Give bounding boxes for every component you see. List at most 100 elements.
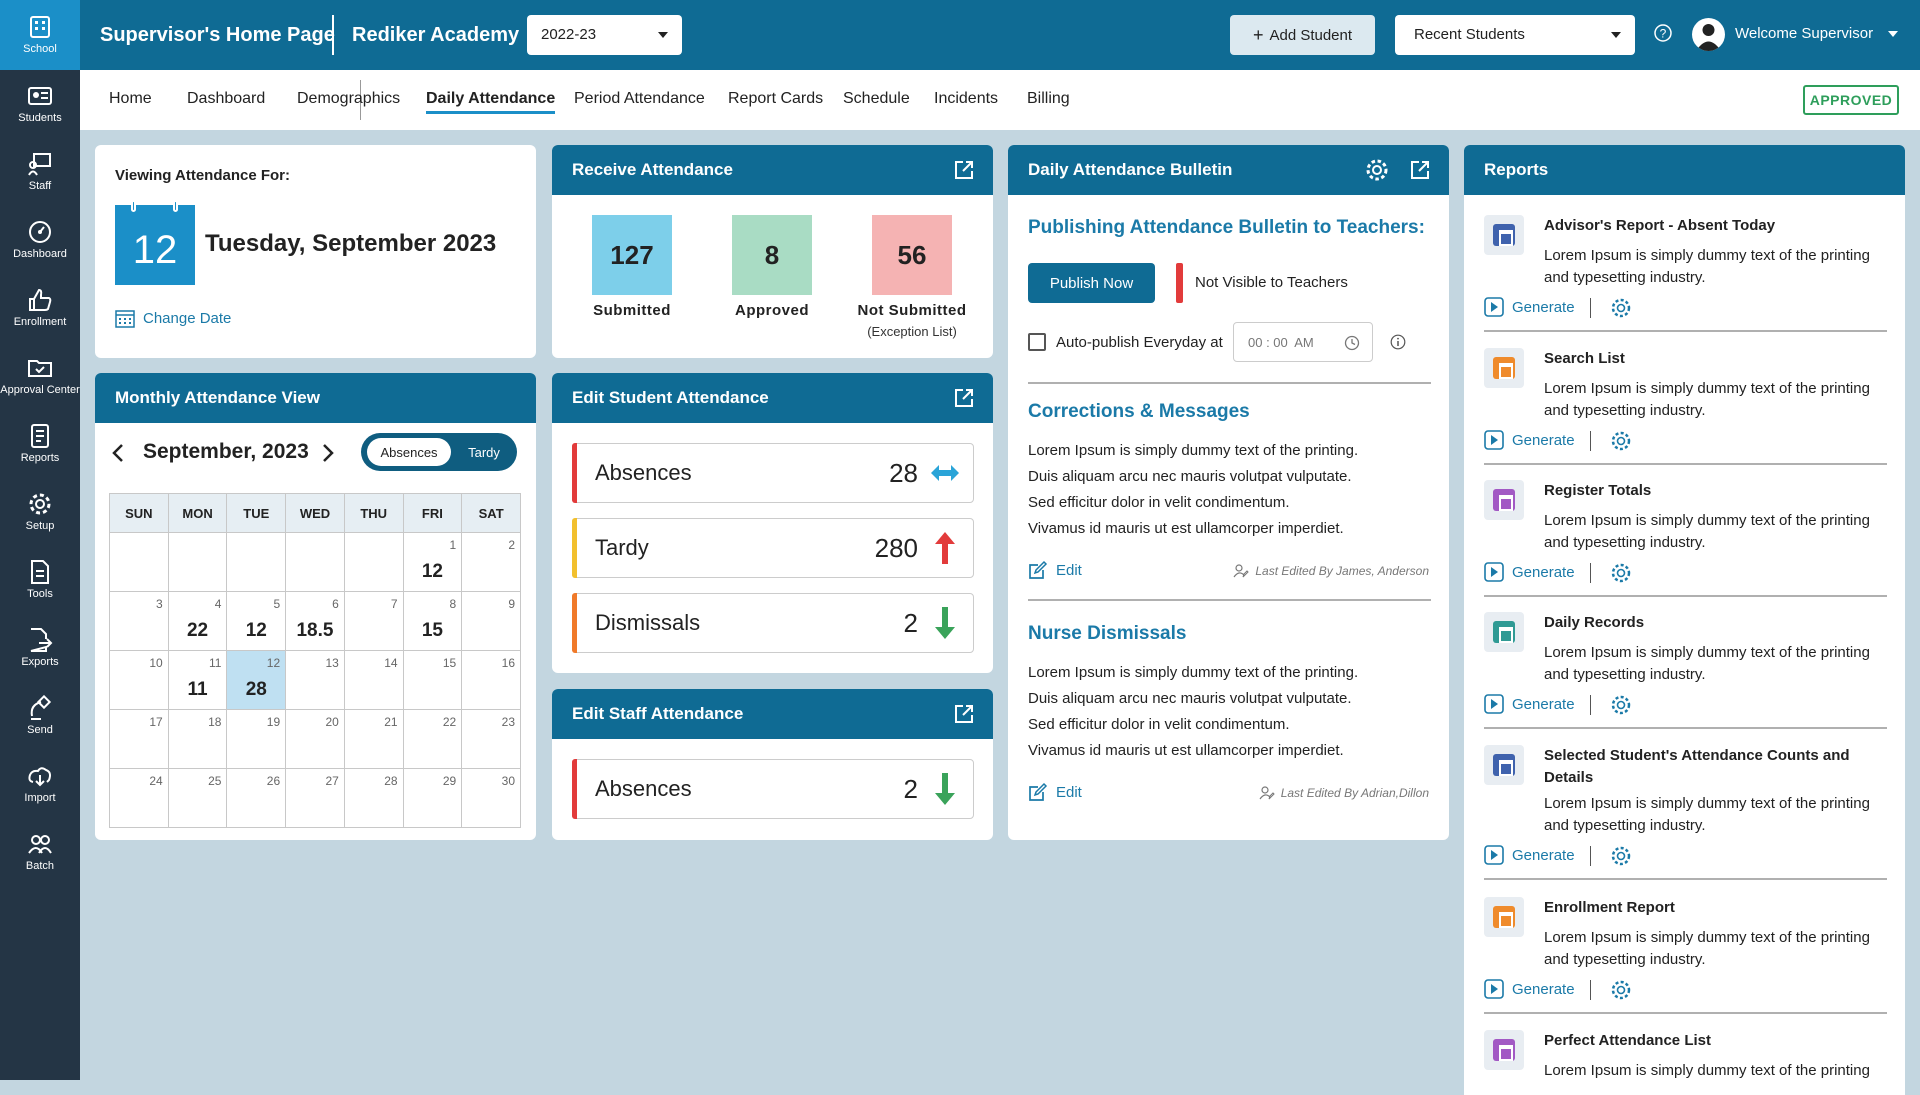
sidebar-item-approval-center[interactable]: Approval Center bbox=[0, 342, 80, 410]
sidebar-item-enrollment[interactable]: Enrollment bbox=[0, 274, 80, 342]
submitted-stat[interactable]: 127 bbox=[592, 215, 672, 295]
school-year-select[interactable]: 2022-23 bbox=[527, 15, 682, 55]
generate-link[interactable]: Generate bbox=[1484, 845, 1575, 865]
calendar-day[interactable]: 19 bbox=[226, 709, 287, 769]
calendar-day[interactable]: 7 bbox=[343, 591, 404, 651]
generate-link[interactable]: Generate bbox=[1484, 979, 1575, 999]
report-title[interactable]: Search List bbox=[1544, 348, 1874, 370]
calendar-day[interactable]: 29 bbox=[402, 768, 463, 828]
gear-icon[interactable] bbox=[1610, 694, 1632, 716]
calendar-day[interactable]: 11 11 bbox=[167, 650, 228, 710]
toggle-tardy[interactable]: Tardy bbox=[457, 438, 511, 466]
sidebar-item-exports[interactable]: Exports bbox=[0, 614, 80, 682]
calendar-day[interactable]: 8 15 bbox=[402, 591, 463, 651]
absences-tardy-toggle[interactable]: Absences Tardy bbox=[361, 433, 517, 471]
calendar-day[interactable]: 17 bbox=[109, 709, 169, 769]
report-title[interactable]: Enrollment Report bbox=[1544, 897, 1874, 919]
tab-schedule[interactable]: Schedule bbox=[843, 90, 910, 108]
calendar-day[interactable]: 13 bbox=[285, 650, 345, 710]
gear-icon[interactable] bbox=[1365, 158, 1389, 182]
calendar-day[interactable]: 2 bbox=[461, 532, 521, 592]
report-title[interactable]: Perfect Attendance List bbox=[1544, 1030, 1874, 1052]
tab-incidents[interactable]: Incidents bbox=[934, 90, 998, 108]
calendar-day[interactable]: 23 bbox=[461, 709, 521, 769]
sidebar-item-reports[interactable]: Reports bbox=[0, 410, 80, 478]
toggle-absences[interactable]: Absences bbox=[367, 438, 451, 466]
chevron-right-icon[interactable] bbox=[321, 443, 335, 463]
sidebar-item-tools[interactable]: Tools bbox=[0, 546, 80, 614]
tab-report-cards[interactable]: Report Cards bbox=[728, 90, 823, 108]
add-student-button[interactable]: + Add Student bbox=[1230, 15, 1375, 55]
gear-icon[interactable] bbox=[1610, 297, 1632, 319]
gear-icon[interactable] bbox=[1610, 845, 1632, 867]
student-dismissals-row[interactable]: Dismissals 2 bbox=[572, 593, 974, 653]
generate-link[interactable]: Generate bbox=[1484, 430, 1575, 450]
corrections-edit-link[interactable]: Edit bbox=[1028, 560, 1082, 580]
auto-publish-time-input[interactable]: 00 : 00 AM bbox=[1233, 322, 1373, 362]
calendar-day[interactable]: 24 bbox=[109, 768, 169, 828]
sidebar-item-send[interactable]: Send bbox=[0, 682, 80, 750]
welcome-menu[interactable]: Welcome Supervisor bbox=[1735, 25, 1873, 42]
tab-daily-attendance[interactable]: Daily Attendance bbox=[426, 90, 556, 114]
tab-demographics[interactable]: Demographics bbox=[297, 90, 400, 108]
staff-absences-row[interactable]: Absences 2 bbox=[572, 759, 974, 819]
gear-icon[interactable] bbox=[1610, 979, 1632, 1001]
info-icon[interactable] bbox=[1390, 334, 1406, 350]
calendar-day[interactable]: 14 bbox=[343, 650, 404, 710]
calendar-day[interactable]: 10 bbox=[109, 650, 169, 710]
calendar-day[interactable]: 27 bbox=[285, 768, 345, 828]
tab-dashboard[interactable]: Dashboard bbox=[187, 90, 265, 108]
student-tardy-row[interactable]: Tardy 280 bbox=[572, 518, 974, 578]
approved-stat[interactable]: 8 bbox=[732, 215, 812, 295]
calendar-day[interactable]: 25 bbox=[167, 768, 228, 828]
calendar-day[interactable]: 9 bbox=[461, 591, 521, 651]
report-title[interactable]: Register Totals bbox=[1544, 480, 1874, 502]
sidebar-item-import[interactable]: Import bbox=[0, 750, 80, 818]
sidebar-item-students[interactable]: Students bbox=[0, 70, 80, 138]
external-link-icon[interactable] bbox=[953, 159, 975, 181]
student-absences-row[interactable]: Absences 28 bbox=[572, 443, 974, 503]
chevron-down-icon[interactable] bbox=[1888, 31, 1898, 37]
calendar-day[interactable]: 20 bbox=[285, 709, 345, 769]
calendar-day[interactable]: 5 12 bbox=[226, 591, 287, 651]
calendar-day[interactable]: 18 bbox=[167, 709, 228, 769]
calendar-day[interactable]: 3 bbox=[109, 591, 169, 651]
calendar-day[interactable]: 21 bbox=[343, 709, 404, 769]
nurse-edit-link[interactable]: Edit bbox=[1028, 782, 1082, 802]
help-icon[interactable]: ? bbox=[1653, 23, 1673, 43]
change-date-link[interactable]: Change Date bbox=[115, 308, 231, 328]
calendar-day[interactable]: 28 bbox=[343, 768, 404, 828]
calendar-day[interactable]: 1 12 bbox=[402, 532, 463, 592]
calendar-day[interactable]: 16 bbox=[461, 650, 521, 710]
sidebar-item-batch[interactable]: Batch bbox=[0, 818, 80, 886]
sidebar-item-dashboard[interactable]: Dashboard bbox=[0, 206, 80, 274]
generate-link[interactable]: Generate bbox=[1484, 297, 1575, 317]
calendar-day[interactable]: 6 18.5 bbox=[285, 591, 345, 651]
publish-now-button[interactable]: Publish Now bbox=[1028, 263, 1155, 303]
recent-students-select[interactable]: Recent Students bbox=[1395, 15, 1635, 55]
sidebar-item-staff[interactable]: Staff bbox=[0, 138, 80, 206]
external-link-icon[interactable] bbox=[1409, 159, 1431, 181]
chevron-left-icon[interactable] bbox=[111, 443, 125, 463]
sidebar-item-setup[interactable]: Setup bbox=[0, 478, 80, 546]
report-title[interactable]: Advisor's Report - Absent Today bbox=[1544, 215, 1874, 237]
external-link-icon[interactable] bbox=[953, 703, 975, 725]
calendar-day[interactable]: 12 28 bbox=[226, 650, 287, 710]
calendar-day[interactable]: 30 bbox=[461, 768, 521, 828]
auto-publish-checkbox[interactable] bbox=[1028, 333, 1046, 351]
avatar[interactable] bbox=[1692, 18, 1725, 51]
calendar-day[interactable]: 4 22 bbox=[167, 591, 228, 651]
calendar-day[interactable]: 15 bbox=[402, 650, 463, 710]
gear-icon[interactable] bbox=[1610, 562, 1632, 584]
tab-period-attendance[interactable]: Period Attendance bbox=[574, 90, 705, 108]
tab-billing[interactable]: Billing bbox=[1027, 90, 1070, 108]
calendar-day[interactable]: 26 bbox=[226, 768, 287, 828]
gear-icon[interactable] bbox=[1610, 430, 1632, 452]
tab-home[interactable]: Home bbox=[109, 90, 152, 108]
generate-link[interactable]: Generate bbox=[1484, 694, 1575, 714]
not-submitted-stat[interactable]: 56 bbox=[872, 215, 952, 295]
report-title[interactable]: Selected Student's Attendance Counts and… bbox=[1544, 745, 1874, 789]
report-title[interactable]: Daily Records bbox=[1544, 612, 1874, 634]
sidebar-item-school[interactable]: School bbox=[0, 0, 80, 70]
generate-link[interactable]: Generate bbox=[1484, 562, 1575, 582]
